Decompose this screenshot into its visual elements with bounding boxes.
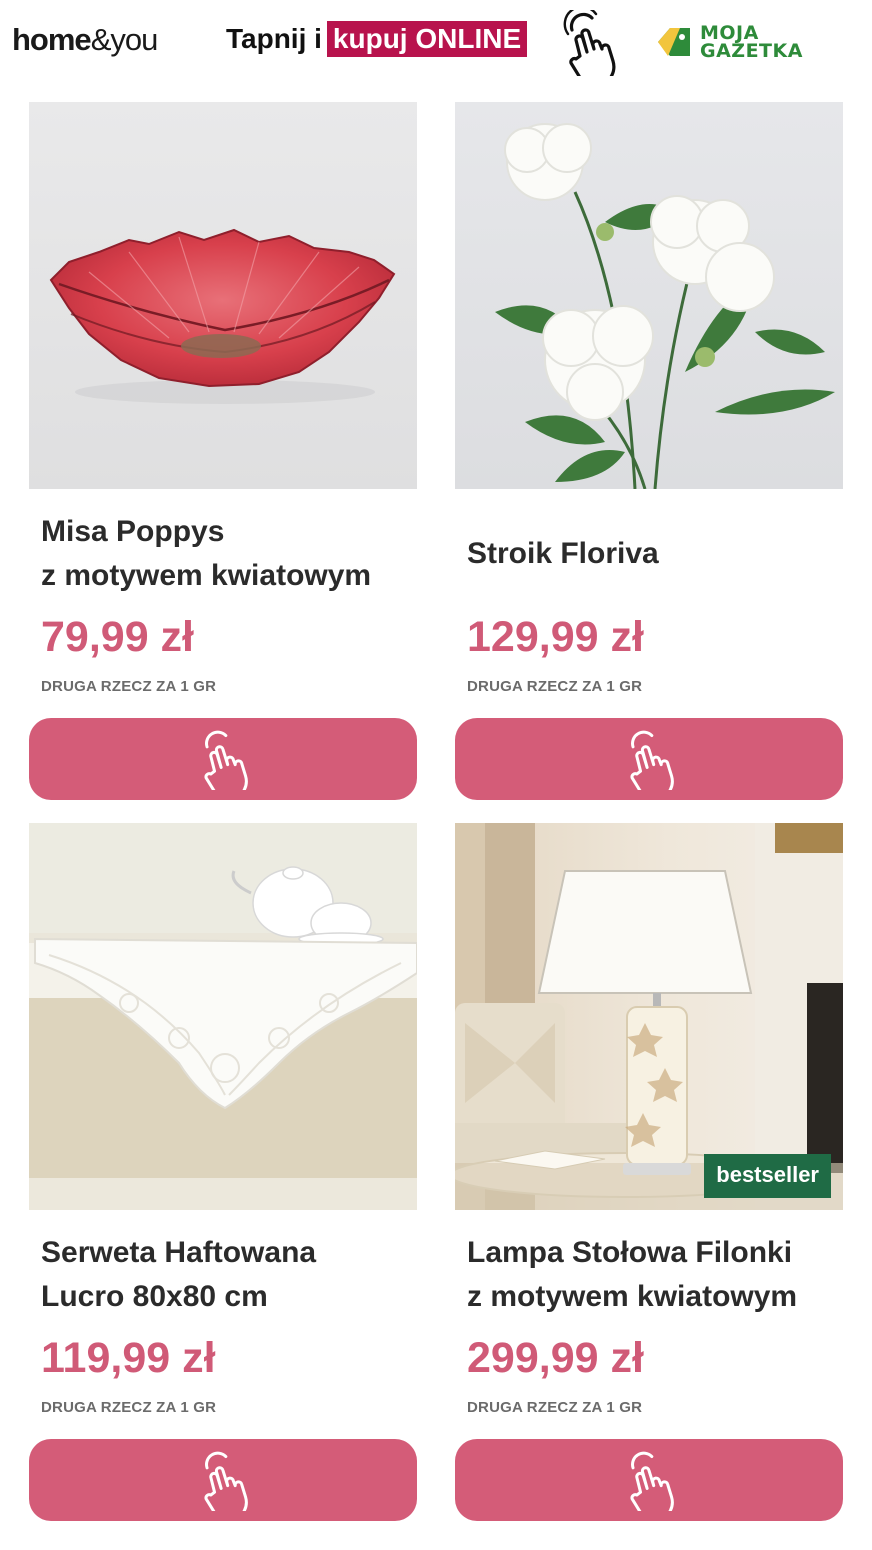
shop-online-banner[interactable]: Tapnij i kupuj ONLINE bbox=[226, 20, 528, 58]
product-price: 79,99 zł bbox=[41, 613, 194, 661]
moja-gazetka-logo[interactable]: MOJA GAZETKA bbox=[656, 24, 803, 62]
product-title-line2: Lucro 80x80 cm bbox=[41, 1280, 268, 1313]
product-title-line1: Misa Poppys bbox=[41, 515, 225, 548]
product-title-line2: z motywem kwiatowym bbox=[467, 1280, 798, 1313]
tap-hand-icon bbox=[563, 10, 616, 76]
product-title[interactable]: Serweta Haftowana Lucro 80x80 cm bbox=[41, 1231, 316, 1319]
promo-highlight-text: kupuj ONLINE bbox=[326, 21, 528, 57]
product-title[interactable]: Misa Poppys z motywem kwiatowym bbox=[41, 510, 371, 598]
tap-hand-icon bbox=[630, 730, 674, 790]
product-card: Misa Poppys z motywem kwiatowym 79,99 zł… bbox=[29, 102, 417, 800]
product-promo-text: DRUGA RZECZ ZA 1 GR bbox=[41, 678, 217, 695]
product-title-line2: z motywem kwiatowym bbox=[41, 559, 372, 592]
promo-plain-text: Tapnij i bbox=[226, 23, 322, 54]
product-image[interactable] bbox=[29, 102, 417, 489]
buy-button[interactable] bbox=[29, 1439, 417, 1521]
tap-hand-icon bbox=[204, 1451, 248, 1511]
product-price: 119,99 zł bbox=[41, 1334, 216, 1382]
product-title-line1: Stroik Floriva bbox=[467, 537, 659, 570]
price-tag-icon bbox=[658, 28, 690, 56]
product-image[interactable] bbox=[29, 823, 417, 1210]
product-card: Serweta Haftowana Lucro 80x80 cm 119,99 … bbox=[29, 823, 417, 1521]
product-image[interactable]: bestseller bbox=[455, 823, 843, 1210]
logo-thin-text: &you bbox=[90, 22, 159, 57]
product-card: Stroik Floriva 129,99 zł DRUGA RZECZ ZA … bbox=[455, 102, 843, 800]
tap-hand-icon bbox=[204, 730, 248, 790]
bestseller-badge: bestseller bbox=[704, 1154, 831, 1198]
logo-bold-text: home bbox=[12, 22, 92, 57]
buy-button[interactable] bbox=[29, 718, 417, 800]
product-promo-text: DRUGA RZECZ ZA 1 GR bbox=[41, 1399, 217, 1416]
home-and-you-logo[interactable]: home&you bbox=[12, 22, 159, 58]
product-price: 299,99 zł bbox=[467, 1334, 644, 1382]
tap-hand-icon bbox=[630, 1451, 674, 1511]
product-price: 129,99 zł bbox=[467, 613, 644, 661]
product-promo-text: DRUGA RZECZ ZA 1 GR bbox=[467, 678, 643, 695]
product-title[interactable]: Stroik Floriva bbox=[467, 532, 659, 576]
product-title-line1: Serweta Haftowana bbox=[41, 1236, 317, 1269]
buy-button[interactable] bbox=[455, 718, 843, 800]
product-title-line1: Lampa Stołowa Filonki bbox=[467, 1236, 793, 1269]
product-card: bestseller Lampa Stołowa Filonki z motyw… bbox=[455, 823, 843, 1521]
product-promo-text: DRUGA RZECZ ZA 1 GR bbox=[467, 1399, 643, 1416]
partner-logo-line2: GAZETKA bbox=[700, 40, 803, 62]
product-title[interactable]: Lampa Stołowa Filonki z motywem kwiatowy… bbox=[467, 1231, 797, 1319]
buy-button[interactable] bbox=[455, 1439, 843, 1521]
product-image[interactable] bbox=[455, 102, 843, 489]
header: home&you Tapnij i kupuj ONLINE MOJA GAZE… bbox=[0, 0, 872, 90]
